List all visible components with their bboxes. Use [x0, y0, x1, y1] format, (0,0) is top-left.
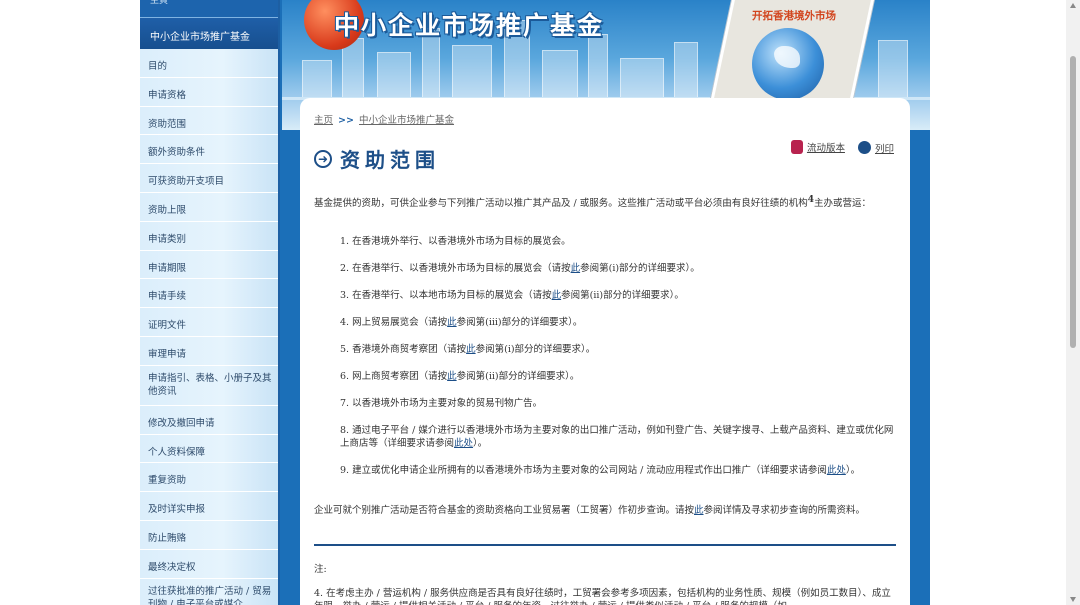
- divider: [314, 544, 896, 546]
- sidebar-item-timely-reporting[interactable]: 及时详实申报: [140, 492, 278, 521]
- page-frame: 主頁 中小企业市场推广基金 目的 申请资格 资助范围 额外资助条件 可获资助开支…: [140, 0, 930, 605]
- footnote-4: 4. 在考虑主办 / 营运机构 / 服务供应商是否具有良好往绩时，工贸署会参考多…: [314, 588, 891, 605]
- page-title-text: 资助范围: [340, 148, 440, 172]
- sidebar-item-eligibility[interactable]: 申请资格: [140, 78, 278, 107]
- intro-text-after: 主办或营运：: [814, 198, 872, 210]
- banner-title: 中小企业市场推广基金: [334, 11, 605, 40]
- skyline-building: [452, 45, 492, 100]
- sidebar-item-guides-forms[interactable]: 申请指引、表格、小册子及其他资讯: [140, 366, 278, 406]
- mobile-icon: [790, 140, 803, 154]
- print-label: 列印: [874, 143, 894, 155]
- list-item: 8. 通过电子平台 / 媒介进行以香港境外市场为主要对象的出口推广活动，例如刊登广…: [340, 425, 894, 449]
- intro-paragraph: 基金提供的资助，可供企业参与下列推广活动以推广其产品及 / 或服务。这些推广活动…: [314, 194, 896, 210]
- sidebar-item-amend-withdraw[interactable]: 修改及撤回申请: [140, 406, 278, 435]
- skyline-building: [377, 52, 411, 100]
- main-content: 主页 >> 中小企业市场推广基金 流动版本 列印 ➜ 资助范围 基金提供的资助，…: [300, 98, 910, 605]
- enquiry-link[interactable]: 此: [694, 505, 704, 516]
- intro-text-before: 基金提供的资助，可供企业参与下列推广活动以推广其产品及 / 或服务。这些推广活动…: [314, 198, 808, 210]
- sidebar-item-data-privacy[interactable]: 个人资料保障: [140, 435, 278, 464]
- sidebar-item-processing[interactable]: 审理申请: [140, 337, 278, 366]
- mobile-version-link[interactable]: 流动版本: [790, 140, 845, 154]
- vertical-scrollbar[interactable]: [1066, 0, 1080, 605]
- list-item: 3. 在香港举行、以本地市场为目标的展览会（请按此参阅第(ii)部分的详细要求）。: [340, 290, 684, 301]
- arrow-circle-icon: ➜: [314, 149, 332, 168]
- detail-link[interactable]: 此: [447, 317, 457, 328]
- sidebar-item-purpose[interactable]: 目的: [140, 49, 278, 78]
- detail-link[interactable]: 此处: [827, 465, 846, 476]
- detail-link[interactable]: 此: [552, 290, 562, 301]
- detail-link[interactable]: 此: [466, 344, 476, 355]
- breadcrumb-current-link[interactable]: 中小企业市场推广基金: [359, 115, 454, 126]
- sidebar-item-anti-bribery[interactable]: 防止贿赂: [140, 521, 278, 550]
- sidebar-item-supporting-documents[interactable]: 证明文件: [140, 308, 278, 337]
- mobile-version-label: 流动版本: [806, 143, 845, 154]
- sidebar-item-final-decision[interactable]: 最终决定权: [140, 550, 278, 579]
- detail-link[interactable]: 此: [447, 371, 457, 382]
- sidebar-item-duplicate-funding[interactable]: 重复资助: [140, 463, 278, 493]
- sidebar-nav: 主頁 中小企业市场推广基金 目的 申请资格 资助范围 额外资助条件 可获资助开支…: [140, 0, 280, 605]
- print-icon: [857, 141, 871, 154]
- sidebar-item-funding-scope[interactable]: 资助范围: [140, 107, 278, 136]
- sidebar-item-additional-conditions[interactable]: 额外资助条件: [140, 135, 278, 165]
- list-item: 5. 香港境外商贸考察团（请按此参阅第(i)部分的详细要求）。: [340, 344, 596, 355]
- sidebar-item-sme-fund[interactable]: 中小企业市场推广基金: [140, 17, 278, 49]
- sidebar-item-fundable-expenses[interactable]: 可获资助开支项目: [140, 164, 278, 193]
- notes-label: 注:: [314, 564, 327, 575]
- banner-slogan: 开拓香港境外市场: [752, 10, 836, 22]
- detail-link[interactable]: 此处: [454, 438, 473, 449]
- skyline-building: [878, 40, 908, 100]
- sidebar-item-application-procedure[interactable]: 申请手续: [140, 279, 278, 309]
- sidebar-item-application-categories[interactable]: 申请类别: [140, 222, 278, 251]
- list-item: 2. 在香港举行、以香港境外市场为目标的展览会（请按此参阅第(i)部分的详细要求）…: [340, 263, 700, 274]
- list-item: 7. 以香港境外市场为主要对象的贸易刊物广告。: [340, 398, 543, 409]
- breadcrumb-home-link[interactable]: 主页: [314, 115, 333, 126]
- breadcrumb-separator: >>: [338, 115, 354, 126]
- list-item: 6. 网上商贸考察团（请按此参阅第(ii)部分的详细要求）。: [340, 371, 580, 382]
- sidebar-item-home[interactable]: 主頁: [140, 0, 278, 17]
- list-item: 1. 在香港境外举行、以香港境外市场为目标的展览会。: [340, 236, 571, 247]
- list-item: 9. 建立或优化申请企业所拥有的以香港境外市场为主要对象的公司网站 / 流动应用程…: [340, 465, 861, 476]
- sidebar-item-application-period[interactable]: 申请期限: [140, 251, 278, 280]
- scroll-up-arrow-icon[interactable]: [1070, 3, 1076, 8]
- sidebar-item-funding-ceiling[interactable]: 资助上限: [140, 193, 278, 222]
- page-title: ➜ 资助范围: [314, 144, 440, 173]
- detail-link[interactable]: 此: [571, 263, 581, 274]
- skyline-building: [302, 60, 332, 100]
- skyline-building: [542, 50, 578, 100]
- sidebar-item-past-approved[interactable]: 过往获批准的推广活动 / 贸易刊物 / 电子平台或媒介: [140, 579, 278, 605]
- skyline-building: [588, 34, 608, 100]
- enquiry-paragraph: 企业可就个别推广活动是否符合基金的资助资格向工业贸易署（工贸署）作初步查询。请按…: [314, 505, 866, 516]
- list-item: 4. 网上贸易展览会（请按此参阅第(iii)部分的详细要求）。: [340, 317, 583, 328]
- scroll-down-arrow-icon[interactable]: [1070, 597, 1076, 602]
- skyline-building: [620, 58, 664, 100]
- skyline-building: [674, 42, 698, 100]
- breadcrumb: 主页 >> 中小企业市场推广基金: [314, 112, 454, 126]
- activity-list: 1. 在香港境外举行、以香港境外市场为目标的展览会。 2. 在香港举行、以香港境外市…: [340, 235, 896, 491]
- print-link[interactable]: 列印: [857, 141, 894, 155]
- scrollbar-thumb[interactable]: [1070, 56, 1076, 348]
- page-tools: 流动版本 列印: [781, 140, 894, 157]
